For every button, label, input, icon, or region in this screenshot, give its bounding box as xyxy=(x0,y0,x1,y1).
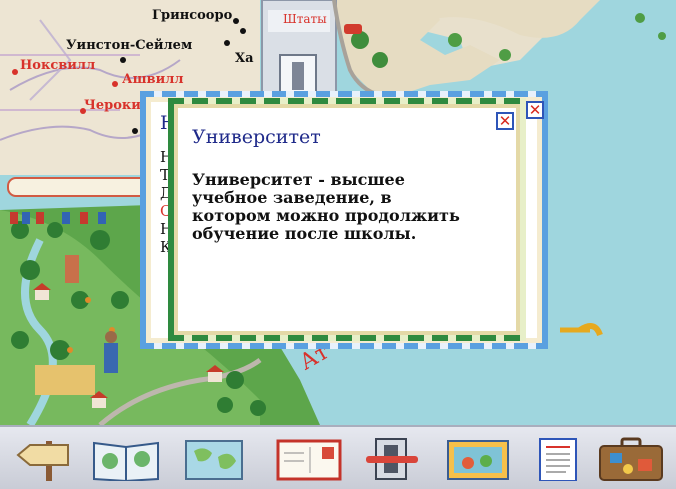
city-dot xyxy=(240,28,246,34)
back-signpost-icon[interactable] xyxy=(14,437,72,481)
dialog-body-text: Университет - высшее учебное заведение, … xyxy=(192,170,460,243)
picture-card-icon[interactable] xyxy=(446,437,510,481)
world-map-icon[interactable] xyxy=(184,437,244,481)
city-dot xyxy=(112,81,118,87)
dialog-content: Университет Университет - высшее учебное… xyxy=(178,108,516,331)
checklist-icon[interactable] xyxy=(536,437,580,481)
city-label-knoxville: Ноксвилл xyxy=(20,58,96,73)
city-dot xyxy=(224,40,230,46)
city-label-asheville: Ашвилл xyxy=(122,72,184,87)
university-dialog: Университет Университет - высшее учебное… xyxy=(168,98,526,341)
postcard-icon[interactable] xyxy=(276,437,342,481)
states-sign-label[interactable]: Штаты xyxy=(283,12,327,26)
city-label-greensboro: Гринсооро xyxy=(152,8,233,23)
city-label-winston-salem: Уинстон-Сейлем xyxy=(66,38,193,53)
suitcase-icon[interactable] xyxy=(598,437,664,481)
city-dot xyxy=(12,69,18,75)
city-dot xyxy=(120,57,126,63)
bottom-toolbar xyxy=(0,425,676,489)
atlas-book-icon[interactable] xyxy=(92,437,160,481)
city-dot xyxy=(80,108,86,114)
city-label-partial: Ха xyxy=(235,51,254,66)
city-dot xyxy=(233,18,239,24)
dialog-title: Университет xyxy=(192,126,321,148)
background-dialog-close-button[interactable]: ✕ xyxy=(526,101,544,119)
dialog-close-button[interactable]: ✕ xyxy=(496,112,514,130)
city-label-cherokee: Чероки xyxy=(84,98,141,113)
slide-viewer-icon[interactable] xyxy=(364,437,420,481)
city-dot xyxy=(132,128,138,134)
